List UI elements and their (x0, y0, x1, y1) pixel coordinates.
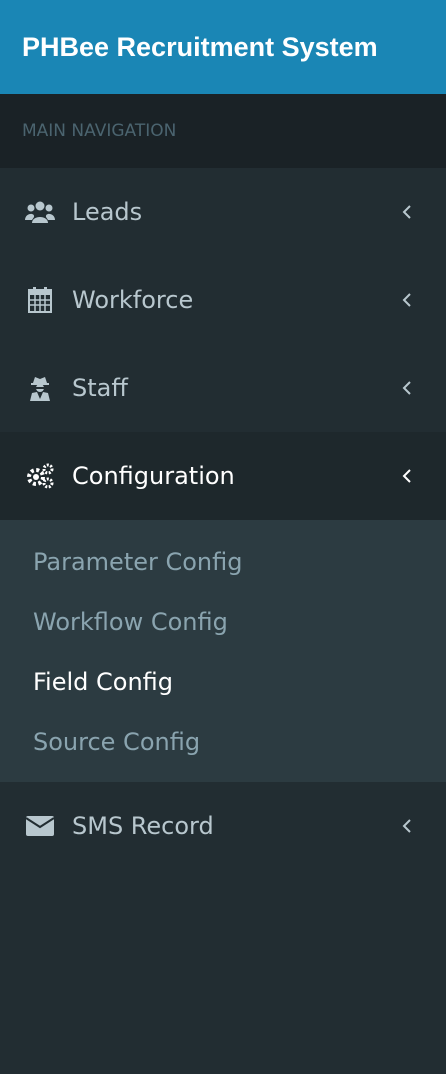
sidebar-item-label: SMS Record (72, 812, 214, 840)
sidebar-item-leads[interactable]: Leads (0, 168, 446, 256)
chevron-left-icon (400, 378, 414, 398)
calendar-icon (24, 284, 56, 316)
sidebar-item-label: Configuration (72, 462, 235, 490)
chevron-left-icon (400, 290, 414, 310)
sidebar-item-label: Workforce (72, 286, 194, 314)
main-navigation-header: MAIN NAVIGATION (0, 94, 446, 168)
configuration-submenu: Parameter Config Workflow Config Field C… (0, 520, 446, 782)
sidebar-item-label: Leads (72, 198, 143, 226)
user-secret-icon (24, 372, 56, 404)
submenu-item-workflow-config[interactable]: Workflow Config (0, 592, 446, 652)
app-title[interactable]: PHBee Recruitment System (0, 0, 446, 94)
sidebar-item-label: Staff (72, 374, 128, 402)
sidebar-item-workforce[interactable]: Workforce (0, 256, 446, 344)
envelope-icon (24, 810, 56, 842)
chevron-left-icon (400, 466, 414, 486)
chevron-left-icon (400, 202, 414, 222)
sidebar-item-configuration[interactable]: Configuration (0, 432, 446, 520)
users-icon (24, 196, 56, 228)
submenu-item-field-config[interactable]: Field Config (0, 652, 446, 712)
submenu-item-source-config[interactable]: Source Config (0, 712, 446, 772)
sidebar-item-sms-record[interactable]: SMS Record (0, 782, 446, 870)
cogs-icon (24, 460, 56, 492)
chevron-left-icon (400, 816, 414, 836)
sidebar-item-staff[interactable]: Staff (0, 344, 446, 432)
submenu-item-parameter-config[interactable]: Parameter Config (0, 532, 446, 592)
